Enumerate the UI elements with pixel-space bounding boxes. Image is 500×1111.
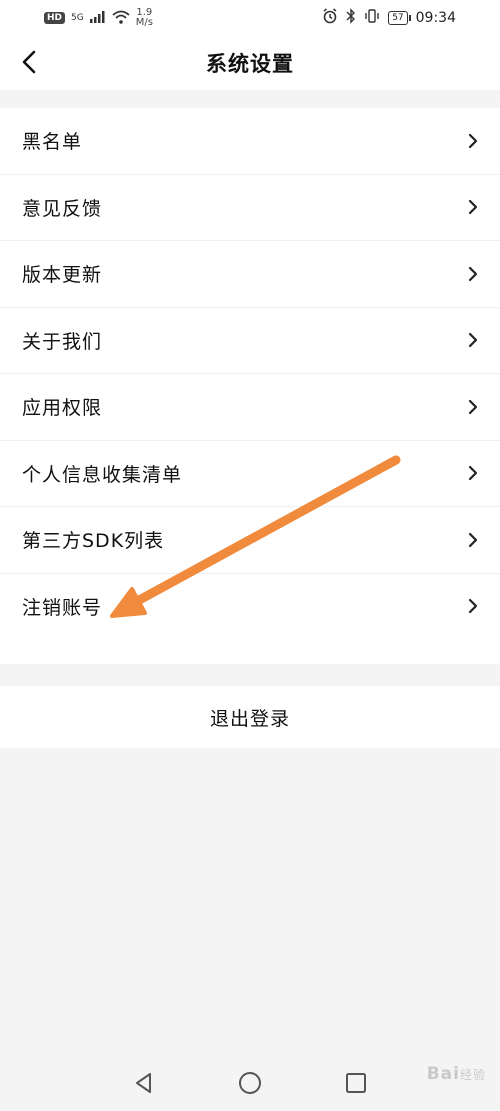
- nav-back-button[interactable]: [130, 1069, 158, 1097]
- alarm-icon: [322, 8, 338, 28]
- logout-label: 退出登录: [209, 707, 290, 730]
- menu-item-personal-info-list[interactable]: 个人信息收集清单: [0, 441, 500, 507]
- app-header: 系统设置: [0, 36, 500, 90]
- baidu-watermark: Bai经验: [427, 1064, 486, 1084]
- nav-home-button[interactable]: [236, 1069, 264, 1097]
- menu-item-third-party-sdk[interactable]: 第三方SDK列表: [0, 507, 500, 574]
- status-right: 57 09:34: [322, 8, 456, 28]
- menu-item-delete-account[interactable]: 注销账号: [0, 574, 500, 640]
- menu-item-version-update[interactable]: 版本更新: [0, 241, 500, 308]
- menu-item-label: 意见反馈: [22, 197, 103, 220]
- chevron-right-icon: [466, 596, 480, 616]
- page-title: 系统设置: [206, 52, 294, 76]
- watermark-text: Bai: [426, 1064, 460, 1084]
- chevron-right-icon: [466, 197, 480, 217]
- menu-item-feedback[interactable]: 意见反馈: [0, 175, 500, 241]
- menu-item-label: 关于我们: [22, 330, 103, 353]
- chevron-right-icon: [466, 530, 480, 550]
- chevron-right-icon: [466, 463, 480, 483]
- speed-unit: M/s: [135, 17, 153, 28]
- menu-item-label: 版本更新: [22, 264, 103, 287]
- system-nav-bar: [0, 1055, 500, 1111]
- menu-item-label: 个人信息收集清单: [22, 463, 183, 486]
- menu-item-blacklist[interactable]: 黑名单: [0, 108, 500, 175]
- menu-item-label: 应用权限: [22, 397, 103, 420]
- settings-menu: 黑名单 意见反馈 版本更新 关于我们 应用权限 个人信息收集清单 第三方SDK列…: [0, 108, 500, 664]
- vibrate-icon: [364, 9, 380, 27]
- triangle-back-icon: [136, 1073, 151, 1093]
- chevron-right-icon: [466, 397, 480, 417]
- chevron-right-icon: [466, 264, 480, 284]
- menu-item-label: 第三方SDK列表: [22, 530, 165, 553]
- menu-item-about-us[interactable]: 关于我们: [0, 308, 500, 374]
- square-recents-icon: [346, 1073, 366, 1093]
- status-bar: HD 5G 1.9 M/s 57 09:34: [0, 0, 500, 36]
- signal-icon: [89, 10, 106, 26]
- menu-item-label: 注销账号: [22, 596, 103, 619]
- chevron-right-icon: [466, 131, 480, 151]
- hd-badge: HD: [44, 12, 66, 24]
- bluetooth-icon: [346, 8, 356, 28]
- menu-item-label: 黑名单: [22, 131, 83, 154]
- circle-home-icon: [239, 1072, 261, 1094]
- menu-item-app-permissions[interactable]: 应用权限: [0, 374, 500, 441]
- logout-button[interactable]: 退出登录: [0, 686, 500, 748]
- network-type: 5G: [71, 13, 84, 23]
- status-left: HD 5G 1.9 M/s: [44, 8, 153, 28]
- clock: 09:34: [415, 10, 456, 26]
- watermark-suffix: 经验: [459, 1068, 486, 1082]
- wifi-icon: [112, 10, 130, 27]
- battery-indicator: 57: [388, 11, 412, 25]
- nav-recents-button[interactable]: [342, 1069, 370, 1097]
- chevron-right-icon: [466, 330, 480, 350]
- network-speed: 1.9 M/s: [136, 8, 153, 28]
